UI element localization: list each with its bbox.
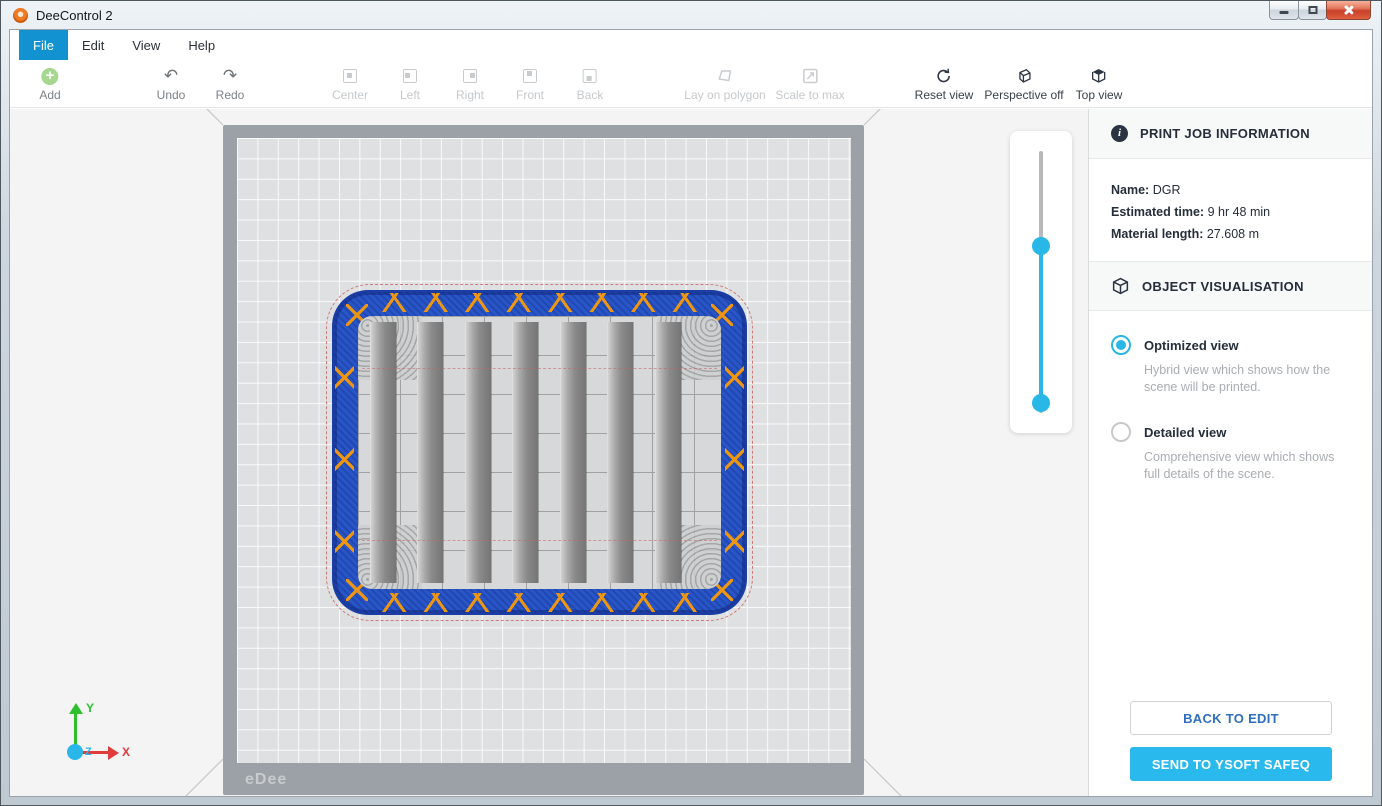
scale-to-max-button[interactable]: Scale to max	[775, 67, 844, 102]
object-visualisation-title: OBJECT VISUALISATION	[1142, 279, 1304, 294]
travel-path-line	[362, 540, 717, 541]
left-button[interactable]: Left	[400, 67, 420, 102]
lay-on-polygon-button[interactable]: Lay on polygon	[684, 67, 765, 102]
redo-icon: ↷	[216, 67, 245, 85]
material-length-field: Material length: 27.608 m	[1111, 223, 1350, 245]
travel-path-line	[362, 368, 717, 369]
reset-view-button[interactable]: Reset view	[915, 67, 974, 102]
infill-marks-right	[725, 334, 744, 571]
print-object[interactable]	[332, 290, 747, 615]
infill-marks-top	[376, 293, 703, 312]
align-left-icon	[403, 69, 417, 83]
undo-icon: ↶	[157, 67, 186, 85]
option-detailed-view[interactable]: Detailed view Comprehensive view which s…	[1111, 422, 1350, 483]
back-to-edit-button[interactable]: BACK TO EDIT	[1130, 701, 1332, 735]
right-button[interactable]: Right	[456, 67, 484, 102]
menu-view[interactable]: View	[118, 30, 174, 60]
front-button[interactable]: Front	[516, 67, 544, 102]
infill-marks-bottom	[376, 593, 703, 612]
option-optimized-view[interactable]: Optimized view Hybrid view which shows h…	[1111, 335, 1350, 396]
maximize-icon	[1308, 6, 1317, 14]
print-job-info-header: i PRINT JOB INFORMATION	[1089, 109, 1372, 159]
radio-detailed-view[interactable]	[1111, 422, 1131, 442]
back-view-button[interactable]: Back	[577, 67, 604, 102]
x-axis-arrow	[108, 746, 119, 760]
menu-help[interactable]: Help	[174, 30, 229, 60]
divider-wall	[607, 322, 633, 583]
optimized-view-description: Hybrid view which shows how the scene wi…	[1144, 362, 1352, 396]
layer-slider-card	[1010, 131, 1072, 433]
object-visualisation-header: OBJECT VISUALISATION	[1089, 261, 1372, 311]
axes-gizmo: Y X Z	[50, 701, 130, 777]
y-axis-label: Y	[86, 701, 94, 715]
material-length-value: 27.608 m	[1207, 227, 1259, 241]
title-bar[interactable]: DeeControl 2	[1, 1, 1381, 29]
align-back-icon	[583, 69, 597, 83]
divider-wall	[465, 322, 491, 583]
align-right-icon	[463, 69, 477, 83]
printer-brand-label: eDee	[245, 771, 287, 789]
top-view-icon	[1076, 67, 1123, 85]
align-center-icon	[343, 69, 357, 83]
info-icon: i	[1111, 125, 1128, 142]
z-axis-label: Z	[85, 746, 92, 758]
layer-slider-upper-handle[interactable]	[1032, 237, 1050, 255]
menu-file[interactable]: File	[19, 30, 68, 60]
menu-bar: File Edit View Help	[10, 30, 1372, 60]
close-button[interactable]	[1326, 1, 1371, 20]
scale-to-max-icon	[775, 67, 844, 85]
app-window: DeeControl 2 File Edit View Help + Add ↶…	[0, 0, 1382, 806]
toolbar: + Add ↶ Undo ↷ Redo Center Left Right	[10, 60, 1372, 108]
minimize-button[interactable]	[1269, 1, 1299, 20]
print-job-info-title: PRINT JOB INFORMATION	[1140, 126, 1310, 141]
divider-wall	[417, 322, 443, 583]
center-button[interactable]: Center	[332, 67, 368, 102]
object-interior	[358, 316, 721, 589]
layer-slider-lower-handle[interactable]	[1032, 394, 1050, 412]
send-to-ysoft-safeq-button[interactable]: SEND TO YSOFT SAFEQ	[1130, 747, 1332, 781]
job-name-value: DGR	[1153, 183, 1181, 197]
perspective-button[interactable]: Perspective off	[984, 67, 1063, 102]
side-panel: i PRINT JOB INFORMATION Name: DGR Estima…	[1088, 109, 1372, 796]
app-frame: File Edit View Help + Add ↶ Undo ↷ Redo …	[9, 29, 1373, 797]
radio-optimized-view[interactable]	[1111, 335, 1131, 355]
align-front-icon	[523, 69, 537, 83]
window-title: DeeControl 2	[36, 8, 113, 23]
estimated-time-field: Estimated time: 9 hr 48 min	[1111, 201, 1350, 223]
menu-edit[interactable]: Edit	[68, 30, 118, 60]
x-axis-label: X	[122, 745, 130, 759]
z-axis-dot	[67, 744, 83, 760]
infill-marks-left	[335, 334, 354, 571]
divider-wall	[655, 322, 681, 583]
close-icon	[1343, 5, 1354, 16]
lay-on-polygon-icon	[684, 67, 765, 85]
window-controls	[1270, 1, 1371, 20]
divider-wall	[370, 322, 396, 583]
maximize-button[interactable]	[1298, 1, 1327, 20]
app-logo-icon	[13, 8, 28, 23]
divider-wall	[512, 322, 538, 583]
visualisation-options: Optimized view Hybrid view which shows h…	[1089, 311, 1372, 533]
cube-icon	[1111, 277, 1130, 296]
job-name-field: Name: DGR	[1111, 179, 1350, 201]
estimated-time-value: 9 hr 48 min	[1208, 205, 1271, 219]
minimize-icon	[1280, 11, 1289, 14]
redo-button[interactable]: ↷ Redo	[216, 67, 245, 102]
layer-slider-range	[1039, 246, 1043, 403]
viewport-3d[interactable]: eDee	[10, 109, 1088, 796]
undo-button[interactable]: ↶ Undo	[157, 67, 186, 102]
divider-wall	[560, 322, 586, 583]
main-area: eDee	[10, 109, 1372, 796]
print-job-fields: Name: DGR Estimated time: 9 hr 48 min Ma…	[1089, 159, 1372, 261]
add-button[interactable]: + Add	[39, 67, 60, 102]
add-icon: +	[41, 68, 58, 85]
top-view-button[interactable]: Top view	[1076, 67, 1123, 102]
reset-view-icon	[915, 67, 974, 85]
y-axis-line	[74, 713, 77, 747]
perspective-icon	[984, 67, 1063, 85]
detailed-view-description: Comprehensive view which shows full deta…	[1144, 449, 1352, 483]
